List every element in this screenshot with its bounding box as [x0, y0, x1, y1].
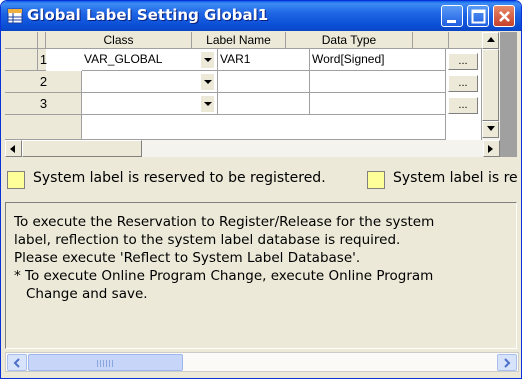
message-line: Change and save.: [26, 286, 148, 302]
message-line: * To execute Online Program Change, exec…: [14, 268, 434, 284]
chevron-down-icon: [204, 58, 212, 62]
column-header-class[interactable]: Class: [46, 32, 192, 49]
row-number-1: 1: [39, 52, 48, 67]
vertical-scrollbar[interactable]: [482, 32, 500, 140]
message-panel: To execute the Reservation to Register/R…: [5, 202, 517, 349]
message-line: Please execute 'Reflect to System Label …: [14, 250, 361, 266]
minimize-icon: [447, 20, 456, 23]
reserved-register-color-swatch: [7, 171, 25, 189]
row-number-3: 3: [39, 96, 48, 111]
chevron-down-icon: [204, 80, 212, 84]
grid-right-panel: [500, 32, 517, 157]
header-spacer: [38, 32, 46, 49]
global-label-setting-window: Global Label Setting Global1 Class Label…: [0, 0, 522, 379]
data-type-cell-3[interactable]: [310, 93, 446, 115]
arrow-down-icon: [487, 126, 495, 131]
class-dropdown-2[interactable]: [200, 74, 214, 90]
maximize-button[interactable]: [467, 5, 489, 27]
label-name-cell-3[interactable]: [218, 93, 310, 115]
data-type-browse-button-3[interactable]: ...: [448, 97, 478, 114]
class-cell-1[interactable]: VAR_GLOBAL: [82, 49, 218, 71]
data-type-browse-button-2[interactable]: ...: [448, 75, 478, 92]
arrow-right-icon: [488, 145, 493, 153]
column-header-extra: [449, 32, 483, 49]
scroll-right-button[interactable]: [483, 140, 500, 157]
reserved-release-color-swatch: [367, 171, 385, 189]
data-type-cell-1[interactable]: Word[Signed]: [310, 49, 446, 71]
scroll-down-button[interactable]: [482, 121, 499, 138]
horizontal-scroll-thumb[interactable]: [22, 140, 142, 157]
message-line: To execute the Reservation to Register/R…: [14, 214, 435, 230]
arrow-left-icon: [10, 145, 15, 153]
message-line: label, reflection to the system label da…: [14, 232, 401, 248]
maximize-icon: [471, 9, 486, 24]
message-scroll-thumb[interactable]: [28, 354, 183, 371]
row-number-2: 2: [39, 74, 48, 89]
arrow-right-icon: [504, 358, 511, 368]
scroll-left-button[interactable]: [5, 140, 22, 157]
message-horizontal-scrollbar[interactable]: [5, 352, 519, 372]
label-grid: Class Label Name Data Type 1 VAR_GLOBAL …: [5, 32, 517, 140]
row-header-4: [5, 115, 82, 140]
legend-reserved-release: System label is re: [393, 170, 518, 186]
grip-icon: [97, 360, 113, 367]
legend-reserved-register: System label is reserved to be registere…: [33, 170, 326, 186]
row-4-partial: [82, 115, 446, 140]
class-cell-3[interactable]: [82, 93, 218, 115]
close-button[interactable]: [493, 5, 515, 27]
close-icon: [499, 11, 510, 22]
data-type-cell-2[interactable]: [310, 71, 446, 93]
column-header-label-name[interactable]: Label Name: [192, 32, 286, 49]
arrow-left-icon: [13, 358, 20, 368]
column-header-button: [413, 32, 449, 49]
message-scroll-left-button[interactable]: [7, 354, 27, 371]
title-bar[interactable]: Global Label Setting Global1: [1, 1, 521, 31]
minimize-button[interactable]: [441, 5, 463, 27]
corner-header: [5, 32, 38, 49]
class-dropdown-1[interactable]: [200, 52, 214, 68]
table-grid-icon: [7, 8, 23, 24]
chevron-down-icon: [204, 102, 212, 106]
column-header-data-type[interactable]: Data Type: [286, 32, 413, 49]
label-name-cell-1[interactable]: VAR1: [218, 49, 310, 71]
vertical-scroll-thumb[interactable]: [482, 49, 499, 121]
legend-area: System label is reserved to be registere…: [5, 159, 520, 199]
class-cell-2[interactable]: [82, 71, 218, 93]
window-title: Global Label Setting Global1: [27, 6, 269, 24]
data-type-browse-button-1[interactable]: ...: [448, 53, 478, 70]
class-dropdown-3[interactable]: [200, 96, 214, 112]
scroll-up-button[interactable]: [482, 32, 499, 49]
arrow-up-icon: [487, 37, 495, 42]
horizontal-scrollbar[interactable]: [5, 140, 500, 157]
label-name-cell-2[interactable]: [218, 71, 310, 93]
message-scroll-right-button[interactable]: [497, 354, 517, 371]
